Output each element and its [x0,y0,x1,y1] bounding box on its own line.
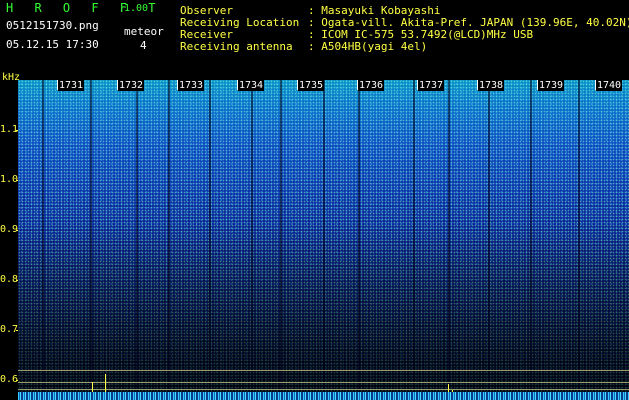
minute-label: 1735 [298,80,325,91]
time-gap-line [42,80,44,400]
time-gap-line [488,80,490,400]
minute-label: 1737 [418,80,445,91]
header-panel: H R O F F T 1.00 0512151730.png 05.12.15… [0,0,629,74]
baseline-noise [18,392,629,400]
antenna-label: Receiving antenna [180,40,293,53]
marker-line [18,389,629,390]
minute-label: 1733 [178,80,205,91]
date-time: 05.12.15 17:30 [6,38,99,51]
app-version: 1.00 [124,3,149,14]
minute-label: 1732 [118,80,145,91]
time-gap-line [280,80,282,400]
time-gap-line [413,80,415,400]
meteor-count: 4 [140,39,147,52]
time-gap-line [136,80,138,400]
time-gap-line [209,80,211,400]
marker-line [18,382,629,383]
antenna-value: : A504HB(yagi 4el) [308,40,428,53]
minute-label: 1739 [538,80,565,91]
minute-label: 1736 [358,80,385,91]
time-gap-line [358,80,360,400]
minute-label: 1731 [58,80,85,91]
minute-label: 1740 [596,80,623,91]
minute-label: 1738 [478,80,505,91]
frequency-axis: 1.1 1.0 0.9 0.8 0.7 0.6 [0,80,20,400]
time-gap-line [530,80,532,400]
spectrogram: 1731 1732 1733 1734 1735 1736 1737 1738 … [18,80,629,400]
time-gap-line [578,80,580,400]
time-gap-line [90,80,92,400]
time-gap-line [448,80,450,400]
file-name: 0512151730.png [6,19,99,32]
meteor-label: meteor [124,25,164,38]
time-gap-line [168,80,170,400]
minute-label: 1734 [238,80,265,91]
marker-line [18,370,629,371]
time-gap-line [323,80,325,400]
time-gap-line [251,80,253,400]
